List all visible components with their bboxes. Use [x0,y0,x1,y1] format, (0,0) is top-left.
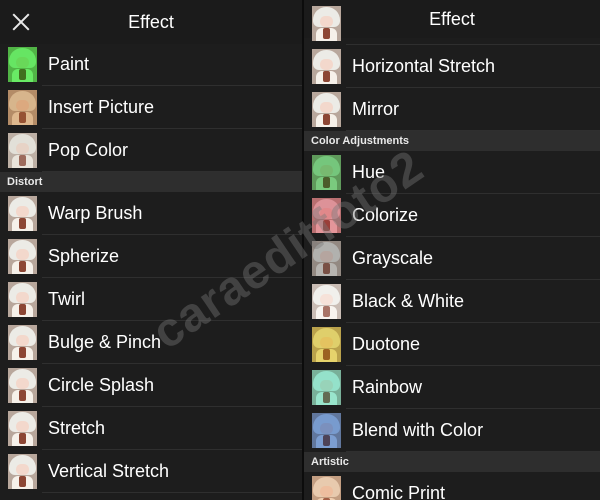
effect-label: Comic Print [352,483,446,500]
effect-label: Black & White [352,291,465,311]
effect-label: Mirror [352,99,399,119]
effect-label: Circle Splash [48,375,155,395]
effect-thumbnail-icon [8,133,37,168]
effect-label: Horizontal Stretch [352,56,496,76]
effect-label: Duotone [352,334,421,354]
effect-item-paint[interactable]: Paint [0,43,302,86]
effect-label: Grayscale [352,248,434,268]
effect-thumbnail-icon [312,413,341,448]
effect-item-blend-with-color[interactable]: Blend with Color [304,409,600,452]
effect-item-pop-color[interactable]: Pop Color [0,129,302,172]
section-label: Distort [7,176,43,188]
effect-thumbnail-icon [312,327,341,362]
effect-thumbnail-icon [8,47,37,82]
effect-thumbnail-icon [312,92,341,127]
effect-item-insert-picture[interactable]: Insert Picture [0,86,302,129]
effect-item-mirror[interactable]: Mirror [304,88,600,131]
effect-thumbnail-icon [8,454,37,489]
row-divider [42,492,302,493]
effect-label: Spherize [48,246,120,266]
effect-item-comic-print[interactable]: Comic Print [304,472,600,500]
effect-thumbnail-icon [8,282,37,317]
effect-item-warp-brush[interactable]: Warp Brush [0,192,302,235]
effect-label: Twirl [48,289,85,309]
effect-thumbnail-icon [8,90,37,125]
effect-thumbnail-icon [312,6,341,41]
effect-label: Blend with Color [352,420,484,440]
effect-label: Rainbow [352,377,423,397]
effect-item-stretch[interactable]: Stretch [0,407,302,450]
effect-label: Vertical Stretch [48,461,170,481]
effect-label: Paint [48,54,90,74]
section-label: Artistic [311,456,349,468]
effect-thumbnail-icon [312,370,341,405]
effect-label: Warp Brush [48,203,143,223]
left-header: Effect [0,0,302,44]
effect-label: Insert Picture [48,97,155,117]
effect-item-vertical-stretch[interactable]: Vertical Stretch [0,450,302,493]
effect-thumbnail-icon [312,49,341,84]
section-header-distort: Distort [0,172,302,192]
effect-label: Bulge & Pinch [48,332,162,352]
effect-thumbnail-icon [8,239,37,274]
effect-thumbnail-icon [8,325,37,360]
effect-item-black-and-white[interactable]: Black & White [304,280,600,323]
effect-label: Stretch [48,418,106,438]
effect-item-duotone[interactable]: Duotone [304,323,600,366]
effect-thumbnail-icon [312,476,341,500]
effect-label: Pop Color [48,140,129,160]
effect-item-rainbow[interactable]: Rainbow [304,366,600,409]
effect-item-circle-splash[interactable]: Circle Splash [0,364,302,407]
page-title: Effect [128,12,174,32]
effect-thumbnail-icon [8,411,37,446]
right-effect-panel: Effect Horizontal Stretch Mirror Color Adj… [304,0,600,500]
section-header-color-adjustments: Color Adjustments [304,131,600,151]
section-header-artistic: Artistic [304,452,600,472]
effect-item-partial[interactable] [304,2,600,45]
effect-item-horizontal-stretch[interactable]: Horizontal Stretch [304,45,600,88]
effect-thumbnail-icon [8,368,37,403]
effect-thumbnail-icon [8,196,37,231]
effect-thumbnail-icon [312,284,341,319]
effect-item-grayscale[interactable]: Grayscale [304,237,600,280]
